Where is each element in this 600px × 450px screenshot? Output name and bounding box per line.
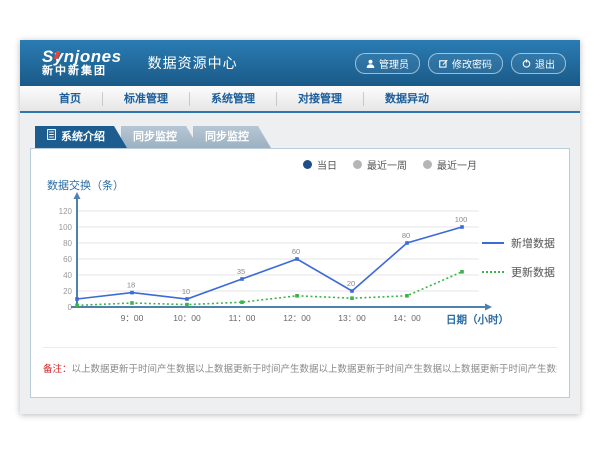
line-chart: 0204060801001209：0010：0011：0012：0013：001…: [39, 187, 513, 339]
nav-item-系统管理[interactable]: 系统管理: [190, 92, 277, 106]
y-axis-arrow-icon: [74, 192, 81, 199]
app-window: Synjones 新中新集团 数据资源中心 管理员 修改密码: [20, 40, 580, 414]
svg-text:18: 18: [127, 281, 135, 290]
svg-text:120: 120: [59, 207, 73, 216]
power-icon: [522, 59, 531, 68]
tab-label: 系统介绍: [61, 126, 105, 148]
user-button-label: 管理员: [379, 56, 409, 71]
data-point: [130, 301, 134, 305]
filter-option-最近一周[interactable]: 最近一周: [353, 157, 407, 172]
data-point: [405, 294, 409, 298]
note-label: 备注：: [43, 364, 72, 375]
svg-text:80: 80: [63, 239, 72, 248]
filter-option-最近一月[interactable]: 最近一月: [423, 157, 477, 172]
nav-item-数据异动[interactable]: 数据异动: [364, 92, 450, 106]
user-icon: [366, 59, 375, 68]
svg-text:13：00: 13：00: [338, 313, 366, 323]
filter-option-label: 当日: [317, 157, 337, 172]
data-point: [460, 270, 464, 274]
nav-item-首页[interactable]: 首页: [38, 92, 103, 106]
legend-swatch-icon: [482, 242, 504, 244]
svg-text:60: 60: [292, 247, 300, 256]
data-point: [295, 257, 299, 261]
svg-text:10：00: 10：00: [173, 313, 201, 323]
svg-text:20: 20: [347, 279, 355, 288]
note-text: 以上数据更新于时间产生数据以上数据更新于时间产生数据以上数据更新于时间产生数据以…: [72, 364, 557, 375]
svg-text:12：00: 12：00: [283, 313, 311, 323]
tab-同步监控-2[interactable]: 同步监控: [193, 126, 271, 148]
svg-text:80: 80: [402, 231, 410, 240]
footer-note: 备注：以上数据更新于时间产生数据以上数据更新于时间产生数据以上数据更新于时间产生…: [43, 347, 557, 375]
app-header: Synjones 新中新集团 数据资源中心 管理员 修改密码: [20, 40, 580, 86]
legend-swatch-icon: [482, 271, 504, 273]
svg-text:60: 60: [63, 255, 72, 264]
data-point: [405, 241, 409, 245]
tab-label: 同步监控: [133, 126, 177, 148]
company-logo: Synjones 新中新集团: [42, 48, 122, 77]
page-title: 数据资源中心: [148, 53, 238, 73]
main-nav: 首页标准管理系统管理对接管理数据异动: [20, 86, 580, 113]
tab-label: 同步监控: [205, 126, 249, 148]
x-axis-title: 日期（小时）: [446, 313, 509, 326]
filter-option-当日[interactable]: 当日: [303, 157, 337, 172]
data-point: [75, 304, 79, 308]
svg-text:35: 35: [237, 267, 245, 276]
data-point: [460, 225, 464, 229]
logout-button[interactable]: 退出: [511, 53, 566, 74]
svg-text:40: 40: [63, 271, 72, 280]
logout-label: 退出: [535, 56, 555, 71]
svg-text:20: 20: [63, 287, 72, 296]
change-password-button[interactable]: 修改密码: [428, 53, 503, 74]
edit-icon: [439, 59, 448, 68]
data-point: [240, 300, 244, 304]
tab-同步监控-1[interactable]: 同步监控: [121, 126, 199, 148]
legend-label: 新增数据: [511, 235, 555, 251]
data-point: [240, 277, 244, 281]
chart-container: 0204060801001209：0010：0011：0012：0013：001…: [39, 187, 513, 344]
svg-text:14：00: 14：00: [393, 313, 421, 323]
tab-系统介绍-0[interactable]: 系统介绍: [35, 126, 127, 148]
radio-selected-icon: [303, 160, 312, 169]
chart-legend: 新增数据更新数据: [482, 235, 555, 280]
legend-entry-更新数据: 更新数据: [482, 264, 555, 280]
data-point: [75, 297, 79, 301]
nav-item-标准管理[interactable]: 标准管理: [103, 92, 190, 106]
svg-text:11：00: 11：00: [229, 313, 256, 323]
radio-unselected-icon: [423, 160, 432, 169]
filter-option-label: 最近一月: [437, 157, 477, 172]
filter-option-label: 最近一周: [367, 157, 407, 172]
chart-panel: 当日最近一周最近一月 数据交换（条） 0204060801001209：0010…: [30, 148, 570, 398]
radio-unselected-icon: [353, 160, 362, 169]
nav-item-对接管理[interactable]: 对接管理: [277, 92, 364, 106]
svg-text:9：00: 9：00: [121, 313, 144, 323]
logo-subtext: 新中新集团: [42, 66, 122, 78]
change-password-label: 修改密码: [452, 56, 492, 71]
legend-entry-新增数据: 新增数据: [482, 235, 555, 251]
data-point: [185, 297, 189, 301]
x-axis-arrow-icon: [485, 304, 492, 311]
svg-text:100: 100: [59, 223, 73, 232]
data-point: [185, 303, 189, 307]
time-range-filter: 当日 最近一周 最近一月: [303, 157, 477, 172]
header-actions: 管理员 修改密码 退出: [355, 53, 566, 74]
data-point: [295, 294, 299, 298]
legend-label: 更新数据: [511, 264, 555, 280]
data-point: [350, 296, 354, 300]
document-icon: [47, 126, 56, 148]
tab-bar: 系统介绍 同步监控 同步监控: [35, 126, 570, 148]
data-point: [350, 289, 354, 293]
user-button[interactable]: 管理员: [355, 53, 420, 74]
content-area: 系统介绍同步监控同步监控 当日最近一周最近一月 数据交换（条） 02040608…: [20, 113, 580, 398]
data-point: [130, 291, 134, 295]
svg-text:10: 10: [182, 287, 190, 296]
svg-text:100: 100: [455, 215, 468, 224]
